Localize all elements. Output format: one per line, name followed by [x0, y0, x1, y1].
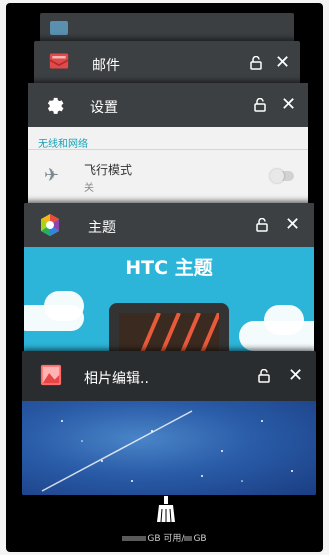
airplane-mode-status: 关 — [84, 183, 94, 194]
recent-app-card-themes[interactable]: 主题 ✕ HTC 主题 — [24, 203, 314, 373]
storage-total-unit: GB — [193, 534, 207, 544]
close-icon[interactable]: ✕ — [281, 96, 296, 114]
app-icon — [50, 21, 68, 35]
divider — [28, 149, 308, 150]
recent-apps-screen: 邮件 ✕ 设置 ✕ 无线和网络 ✈ 飞行模式 关 主题 ✕ HTC 主题 相片编… — [6, 3, 323, 552]
storage-status: GB 可用/GB — [6, 531, 323, 544]
close-icon[interactable]: ✕ — [285, 216, 300, 234]
airplane-mode-toggle[interactable] — [270, 169, 294, 183]
card-header: 设置 ✕ — [28, 83, 308, 127]
close-icon[interactable]: ✕ — [275, 54, 290, 72]
storage-available-label: GB 可用/ — [147, 534, 185, 544]
cloud — [44, 291, 84, 321]
card-title: 相片编辑.. — [84, 371, 149, 387]
gear-icon — [47, 97, 64, 114]
unlock-icon[interactable] — [254, 98, 266, 112]
theme-icon — [41, 214, 59, 236]
card-title: 主题 — [88, 220, 116, 236]
card-header: 相片编辑.. ✕ — [22, 351, 316, 401]
mail-icon — [49, 53, 69, 69]
airplane-icon: ✈ — [44, 165, 60, 186]
storage-value-mask — [122, 536, 147, 541]
photo-preview — [22, 401, 316, 495]
storage-total-mask — [184, 536, 193, 541]
card-title: 设置 — [90, 100, 118, 116]
card-title: 邮件 — [92, 58, 120, 74]
clear-all-icon[interactable] — [156, 496, 176, 524]
recent-app-card-photo-editor[interactable]: 相片编辑.. ✕ — [22, 351, 316, 495]
unlock-icon[interactable] — [250, 56, 262, 70]
theme-banner: HTC 主题 — [125, 257, 213, 279]
airplane-mode-title: 飞行模式 — [84, 163, 133, 177]
unlock-icon[interactable] — [256, 218, 268, 232]
starry-sky-image — [41, 410, 293, 492]
cloud — [264, 305, 304, 335]
photo-editor-icon — [40, 364, 62, 386]
card-header: 邮件 ✕ — [34, 41, 300, 85]
section-label: 无线和网络 — [38, 139, 88, 150]
unlock-icon[interactable] — [258, 369, 270, 383]
card-header: 主题 ✕ — [24, 203, 314, 247]
close-icon[interactable]: ✕ — [288, 367, 303, 385]
